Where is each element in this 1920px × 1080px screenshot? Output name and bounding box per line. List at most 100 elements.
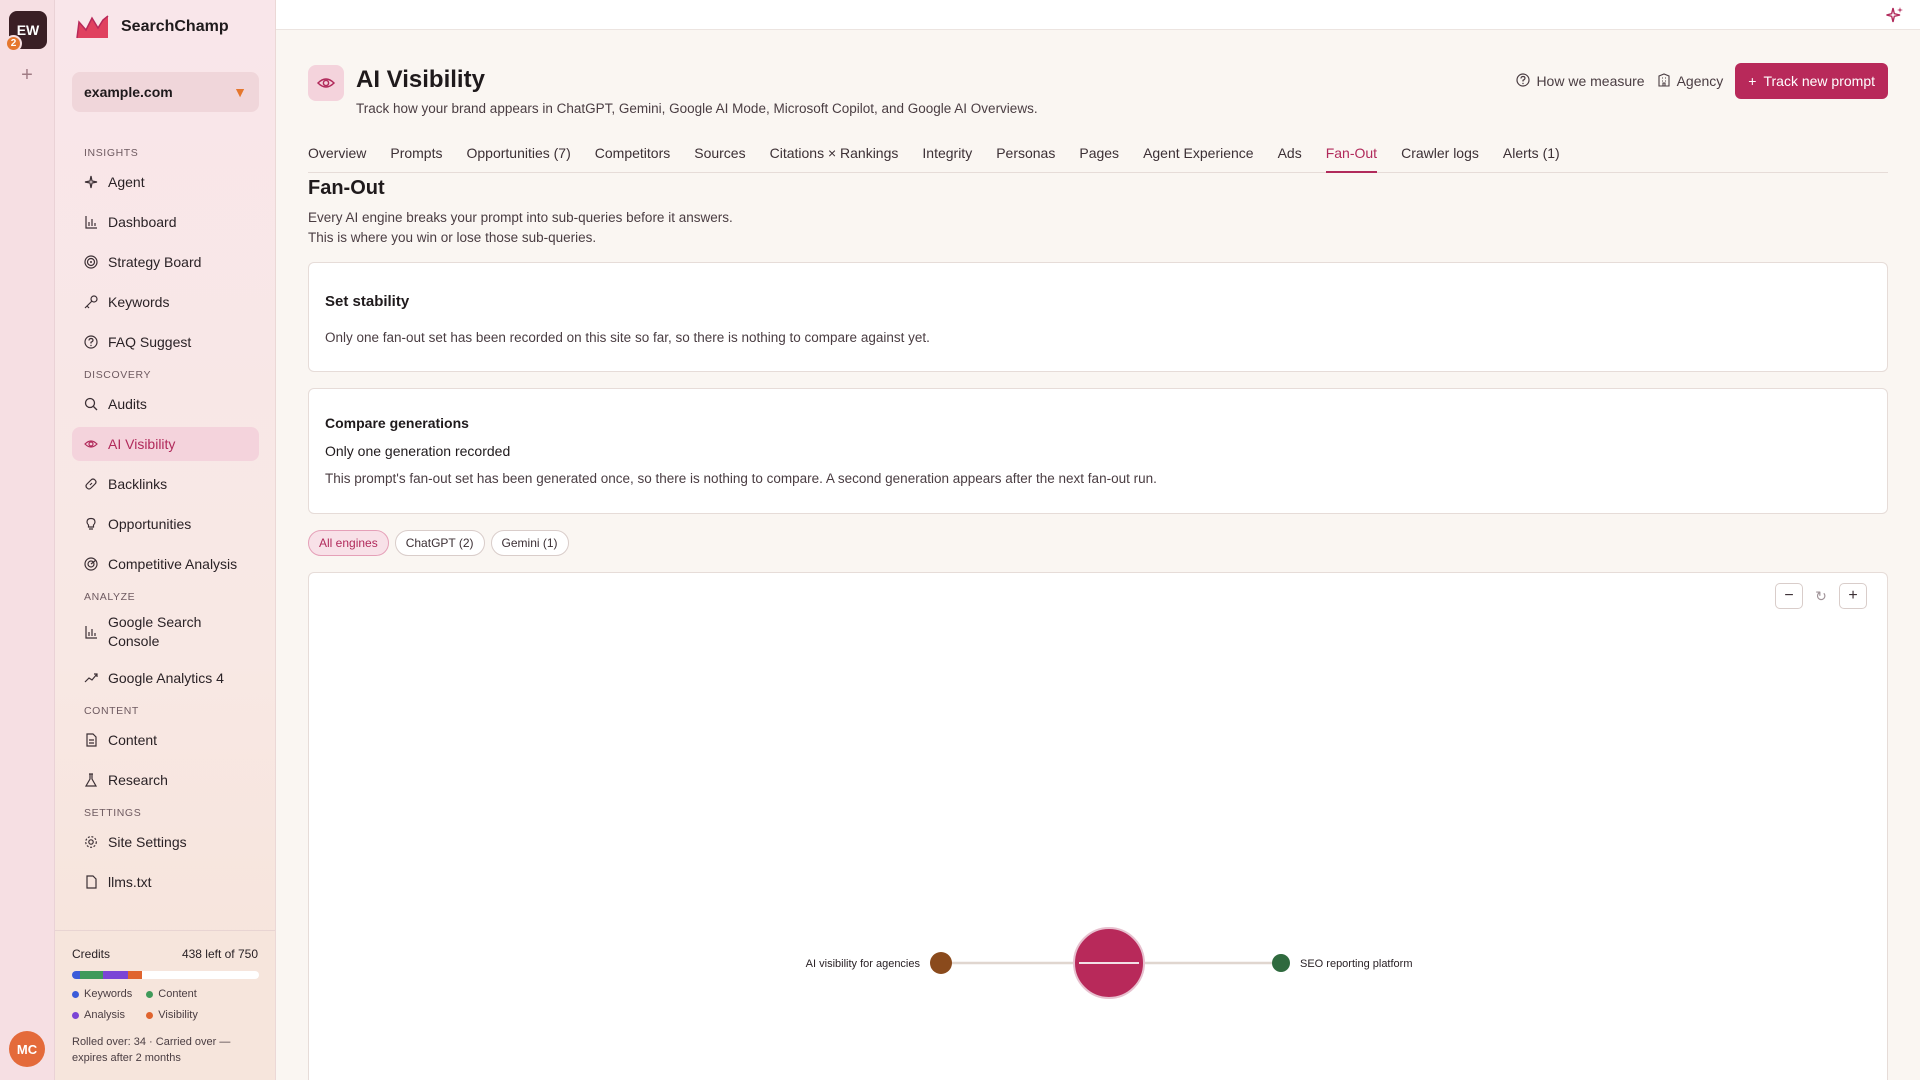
- legend-dot: [72, 990, 79, 998]
- user-avatar[interactable]: MC: [9, 1031, 45, 1067]
- plus-icon: +: [1748, 73, 1757, 89]
- workspace-notification-count: 2: [5, 35, 22, 52]
- gear-icon: [84, 835, 98, 849]
- site-domain: example.com: [84, 84, 173, 100]
- track-new-prompt-label: Track new prompt: [1763, 73, 1875, 89]
- tab-alerts-1[interactable]: Alerts (1): [1503, 143, 1560, 173]
- sidebar-item-backlinks[interactable]: Backlinks: [72, 467, 259, 501]
- legend-dot: [146, 1011, 154, 1019]
- sidebar-item-google-analytics[interactable]: Google Analytics 4: [72, 661, 259, 695]
- file-icon: [84, 875, 98, 889]
- tab-prompts[interactable]: Prompts: [390, 143, 442, 173]
- brand[interactable]: SearchChamp: [75, 14, 229, 40]
- credits-legend: Keywords Content Analysis Visibility: [72, 988, 258, 1021]
- bar-chart-icon: [84, 215, 98, 229]
- tab-opportunities-7[interactable]: Opportunities (7): [466, 143, 570, 173]
- tab-fan-out[interactable]: Fan-Out: [1325, 143, 1378, 173]
- target-icon: [84, 255, 98, 269]
- sidebar-item-dashboard[interactable]: Dashboard: [72, 205, 259, 239]
- tab-overview[interactable]: Overview: [308, 143, 366, 173]
- tab-ads[interactable]: Ads: [1278, 143, 1302, 173]
- bar-chart-icon: [84, 625, 98, 639]
- set-stability-title: Set stability: [325, 293, 410, 310]
- sidebar-item-ai-visibility[interactable]: AI Visibility: [72, 427, 259, 461]
- zoom-in-button[interactable]: +: [1839, 583, 1867, 609]
- credits-segment: [72, 971, 81, 979]
- fanout-description-line-2: This is where you win or lose those sub-…: [308, 230, 597, 245]
- graph-node-left[interactable]: [930, 952, 952, 974]
- main-content: AI Visibility Track how your brand appea…: [276, 30, 1920, 1080]
- sidebar-item-llms-txt[interactable]: llms.txt: [72, 865, 259, 899]
- reset-zoom-button[interactable]: ↻: [1807, 583, 1835, 609]
- agency-link[interactable]: Agency: [1657, 72, 1723, 90]
- sidebar-item-site-settings[interactable]: Site Settings: [72, 825, 259, 859]
- graph-node-label-right: SEO reporting platform: [1300, 958, 1413, 970]
- legend-dot: [146, 990, 154, 998]
- tab-sources[interactable]: Sources: [694, 143, 745, 173]
- legend-label: Content: [158, 988, 197, 1000]
- sidebar-item-label: FAQ Suggest: [108, 334, 192, 350]
- tab-integrity[interactable]: Integrity: [922, 143, 972, 173]
- fanout-description: Every AI engine breaks your prompt into …: [308, 208, 733, 248]
- credits-legend-item: Content: [146, 988, 198, 1000]
- eye-icon: [308, 65, 344, 101]
- credits-segment: [80, 971, 103, 979]
- sidebar-item-label: Competitive Analysis: [108, 556, 238, 572]
- nav-section-settings: SETTINGS: [84, 807, 142, 819]
- credits-panel: Credits 438 left of 750 Keywords Content A…: [55, 930, 275, 1080]
- tab-crawler-logs[interactable]: Crawler logs: [1401, 143, 1479, 173]
- sidebar-item-label: Backlinks: [108, 476, 168, 492]
- site-selector[interactable]: example.com ▼: [72, 72, 259, 112]
- tab-citations-rankings[interactable]: Citations × Rankings: [770, 143, 899, 173]
- search-icon: [84, 397, 98, 411]
- sidebar-item-opportunities[interactable]: Opportunities: [72, 507, 259, 541]
- link-icon: [84, 477, 98, 491]
- set-stability-text: Only one fan-out set has been recorded o…: [325, 330, 930, 345]
- tab-pages[interactable]: Pages: [1079, 143, 1119, 173]
- key-icon: [84, 295, 98, 309]
- engine-chip[interactable]: Gemini (1): [490, 530, 569, 556]
- credits-segment: [102, 971, 128, 979]
- fanout-graph-canvas: AI visibility for agencies SEO reporting…: [806, 927, 1413, 999]
- how-we-measure-link[interactable]: How we measure: [1516, 72, 1645, 90]
- credits-usage-bar: [72, 971, 259, 979]
- graph-node-right[interactable]: [1272, 954, 1290, 972]
- fanout-graph[interactable]: AI visibility for agencies SEO reporting…: [308, 572, 1888, 1080]
- sidebar-item-competitive-analysis[interactable]: Competitive Analysis: [72, 547, 259, 581]
- graph-node-label-left: AI visibility for agencies: [806, 958, 921, 970]
- tab-personas[interactable]: Personas: [996, 143, 1055, 173]
- credits-summary: Credits 438 left of 750: [72, 947, 258, 961]
- tab-agent-experience[interactable]: Agent Experience: [1143, 143, 1254, 173]
- sidebar-item-faq-suggest[interactable]: FAQ Suggest: [72, 325, 259, 359]
- sidebar-item-label: Keywords: [108, 294, 170, 310]
- building-icon: [1657, 72, 1671, 90]
- engine-chip[interactable]: All engines: [308, 530, 389, 556]
- sidebar-item-research[interactable]: Research: [72, 763, 259, 797]
- document-icon: [84, 733, 98, 747]
- sidebar-item-agent[interactable]: Agent: [72, 165, 259, 199]
- sidebar-item-content[interactable]: Content: [72, 723, 259, 757]
- legend-label: Analysis: [84, 1009, 125, 1021]
- sidebar-item-keywords[interactable]: Keywords: [72, 285, 259, 319]
- zoom-out-button[interactable]: −: [1775, 583, 1803, 609]
- sidebar-item-google-search-console[interactable]: Google Search Console: [72, 609, 259, 655]
- fanout-description-line-1: Every AI engine breaks your prompt into …: [308, 210, 733, 225]
- nav-section-content: CONTENT: [84, 705, 139, 717]
- track-new-prompt-button[interactable]: + Track new prompt: [1735, 63, 1888, 99]
- sidebar-item-strategy-board[interactable]: Strategy Board: [72, 245, 259, 279]
- sidebar-item-label: Dashboard: [108, 214, 177, 230]
- how-we-measure-label: How we measure: [1536, 73, 1645, 89]
- add-workspace-button[interactable]: +: [16, 64, 38, 86]
- engine-filter-chips: All engines ChatGPT (2) Gemini (1): [308, 530, 569, 556]
- sidebar-item-label: Agent: [108, 174, 145, 190]
- nav-section-insights: INSIGHTS: [84, 147, 139, 159]
- sidebar-item-label: llms.txt: [108, 874, 152, 890]
- sparkle-icon[interactable]: [1886, 6, 1904, 29]
- tab-competitors[interactable]: Competitors: [595, 143, 670, 173]
- sidebar-item-audits[interactable]: Audits: [72, 387, 259, 421]
- credits-legend-item: Keywords: [72, 988, 132, 1000]
- engine-chip[interactable]: ChatGPT (2): [394, 530, 485, 556]
- credits-segment: [127, 971, 142, 979]
- lightbulb-icon: [84, 517, 98, 531]
- nav-section-analyze: ANALYZE: [84, 591, 136, 603]
